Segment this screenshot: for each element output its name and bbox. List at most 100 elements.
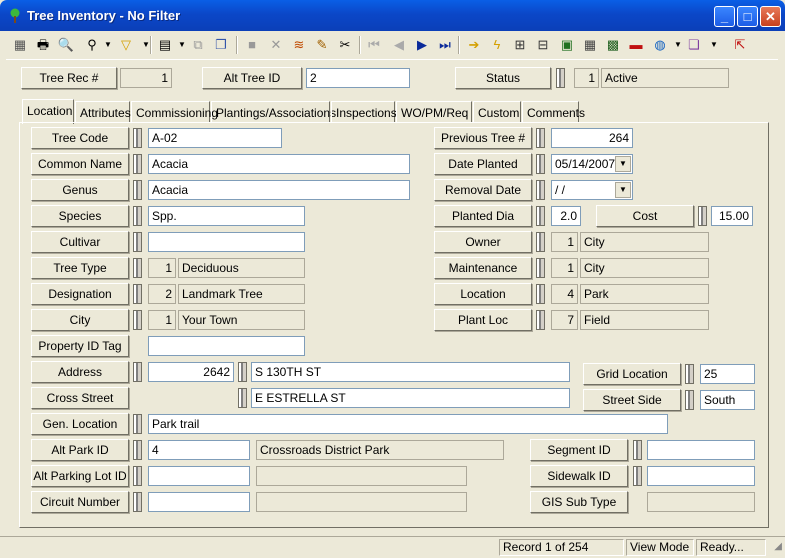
gen-location-field[interactable]: Park trail	[148, 414, 668, 434]
tab-plantings[interactable]: Plantings/Associations	[211, 101, 336, 123]
tree-code-label[interactable]: Tree Code	[31, 127, 129, 149]
toolbox-icon[interactable]: ▬	[626, 35, 646, 55]
tree-structure-icon[interactable]: ⊞	[510, 35, 530, 55]
duplicate-icon[interactable]: ❐	[211, 35, 231, 55]
grid-location-field[interactable]: 25	[700, 364, 755, 384]
property-id-tag-label[interactable]: Property ID Tag	[31, 335, 129, 357]
last-record-icon[interactable]: ⏭	[435, 35, 455, 55]
cultivar-label[interactable]: Cultivar	[31, 231, 129, 253]
chevron-down-icon[interactable]: ▼	[704, 35, 724, 55]
lookup-handle[interactable]	[536, 180, 545, 200]
filter-icon[interactable]: ▽	[116, 35, 136, 55]
previous-tree-label[interactable]: Previous Tree #	[434, 127, 532, 149]
maximize-button[interactable]: □	[737, 6, 758, 27]
alt-park-id-label[interactable]: Alt Park ID	[31, 439, 129, 461]
address-label[interactable]: Address	[31, 361, 129, 383]
gis-sub-type-label[interactable]: GIS Sub Type	[530, 491, 628, 513]
chevron-down-icon[interactable]: ▼	[136, 35, 156, 55]
lookup-handle[interactable]	[238, 362, 247, 382]
pencil-icon[interactable]: ✎	[312, 35, 332, 55]
copy-record-icon[interactable]: ⧉	[188, 35, 208, 55]
plant-loc-label[interactable]: Plant Loc	[434, 309, 532, 331]
first-record-icon[interactable]: ⏮	[364, 35, 384, 55]
tree-rec-label[interactable]: Tree Rec #	[21, 67, 117, 89]
circuit-number-label[interactable]: Circuit Number	[31, 491, 129, 513]
address-street-field[interactable]: S 130TH ST	[251, 362, 570, 382]
chevron-down-icon[interactable]: ▼	[615, 182, 631, 198]
tree-type-label[interactable]: Tree Type	[31, 257, 129, 279]
lookup-handle[interactable]	[536, 206, 545, 226]
chart-icon[interactable]: ▩	[603, 35, 623, 55]
lookup-handle[interactable]	[133, 440, 142, 460]
lookup-handle[interactable]	[556, 68, 565, 88]
hierarchy-icon[interactable]: ⊟	[533, 35, 553, 55]
close-button[interactable]: ✕	[760, 6, 781, 27]
species-label[interactable]: Species	[31, 205, 129, 227]
segment-id-label[interactable]: Segment ID	[530, 439, 628, 461]
maintenance-label[interactable]: Maintenance	[434, 257, 532, 279]
lookup-handle[interactable]	[536, 232, 545, 252]
genus-field[interactable]: Acacia	[148, 180, 410, 200]
lookup-handle[interactable]	[133, 414, 142, 434]
lookup-handle[interactable]	[238, 388, 247, 408]
status-label[interactable]: Status	[455, 67, 551, 89]
tab-commissioning[interactable]: Commissioning	[131, 101, 218, 123]
lookup-handle[interactable]	[133, 206, 142, 226]
print-preview-icon[interactable]: 🔍	[56, 35, 76, 55]
lookup-handle[interactable]	[685, 364, 694, 384]
lookup-handle[interactable]	[133, 154, 142, 174]
gen-location-label[interactable]: Gen. Location	[31, 413, 129, 435]
cross-street-field[interactable]: E ESTRELLA ST	[251, 388, 570, 408]
removal-date-label[interactable]: Removal Date	[434, 179, 532, 201]
next-record-icon[interactable]: ▶	[412, 35, 432, 55]
lookup-handle[interactable]	[133, 258, 142, 278]
location-label[interactable]: Location	[434, 283, 532, 305]
lookup-handle[interactable]	[133, 128, 142, 148]
tab-wo-pm-req[interactable]: WO/PM/Req	[396, 101, 472, 123]
common-name-label[interactable]: Common Name	[31, 153, 129, 175]
delete-icon[interactable]: ✕	[266, 35, 286, 55]
calculator-icon[interactable]: ▦	[580, 35, 600, 55]
lookup-handle[interactable]	[633, 440, 642, 460]
circuit-number-field[interactable]	[148, 492, 250, 512]
date-planted-label[interactable]: Date Planted	[434, 153, 532, 175]
property-id-tag-field[interactable]	[148, 336, 305, 356]
lookup-handle[interactable]	[536, 310, 545, 330]
alt-parking-lot-id-label[interactable]: Alt Parking Lot ID	[31, 465, 129, 487]
book-icon[interactable]: ❏	[684, 35, 704, 55]
chevron-down-icon[interactable]: ▼	[615, 156, 631, 172]
lookup-handle[interactable]	[536, 154, 545, 174]
grid-location-label[interactable]: Grid Location	[583, 363, 681, 385]
city-label[interactable]: City	[31, 309, 129, 331]
grid-view-icon[interactable]: ▦	[10, 35, 30, 55]
common-name-field[interactable]: Acacia	[148, 154, 410, 174]
exit-icon[interactable]: ⇱	[730, 35, 750, 55]
alt-parking-lot-id-field[interactable]	[148, 466, 250, 486]
globe-icon[interactable]: ◍	[650, 35, 670, 55]
street-side-label[interactable]: Street Side	[583, 389, 681, 411]
planted-dia-label[interactable]: Planted Dia	[434, 205, 532, 227]
cross-street-label[interactable]: Cross Street	[31, 387, 129, 409]
tab-attributes[interactable]: Attributes	[75, 101, 131, 123]
sidewalk-id-label[interactable]: Sidewalk ID	[530, 465, 628, 487]
lookup-handle[interactable]	[133, 284, 142, 304]
lookup-handle[interactable]	[685, 390, 694, 410]
map-icon[interactable]: ▣	[557, 35, 577, 55]
go-arrow-icon[interactable]: ➔	[464, 35, 484, 55]
alt-park-id-field[interactable]: 4	[148, 440, 250, 460]
previous-tree-field[interactable]: 264	[551, 128, 633, 148]
owner-label[interactable]: Owner	[434, 231, 532, 253]
tab-comments[interactable]: Comments	[522, 101, 585, 123]
lookup-handle[interactable]	[536, 258, 545, 278]
street-side-field[interactable]: South	[700, 390, 755, 410]
species-field[interactable]: Spp.	[148, 206, 305, 226]
print-icon[interactable]: 🖶	[33, 35, 53, 55]
chevron-down-icon[interactable]: ▼	[98, 35, 118, 55]
lookup-handle[interactable]	[536, 128, 545, 148]
alt-tree-id-field[interactable]: 2	[306, 68, 410, 88]
save-icon[interactable]: ■	[242, 35, 262, 55]
tree-code-field[interactable]: A-02	[148, 128, 282, 148]
cost-label[interactable]: Cost	[596, 205, 694, 227]
lookup-handle[interactable]	[698, 206, 707, 226]
lookup-handle[interactable]	[133, 466, 142, 486]
